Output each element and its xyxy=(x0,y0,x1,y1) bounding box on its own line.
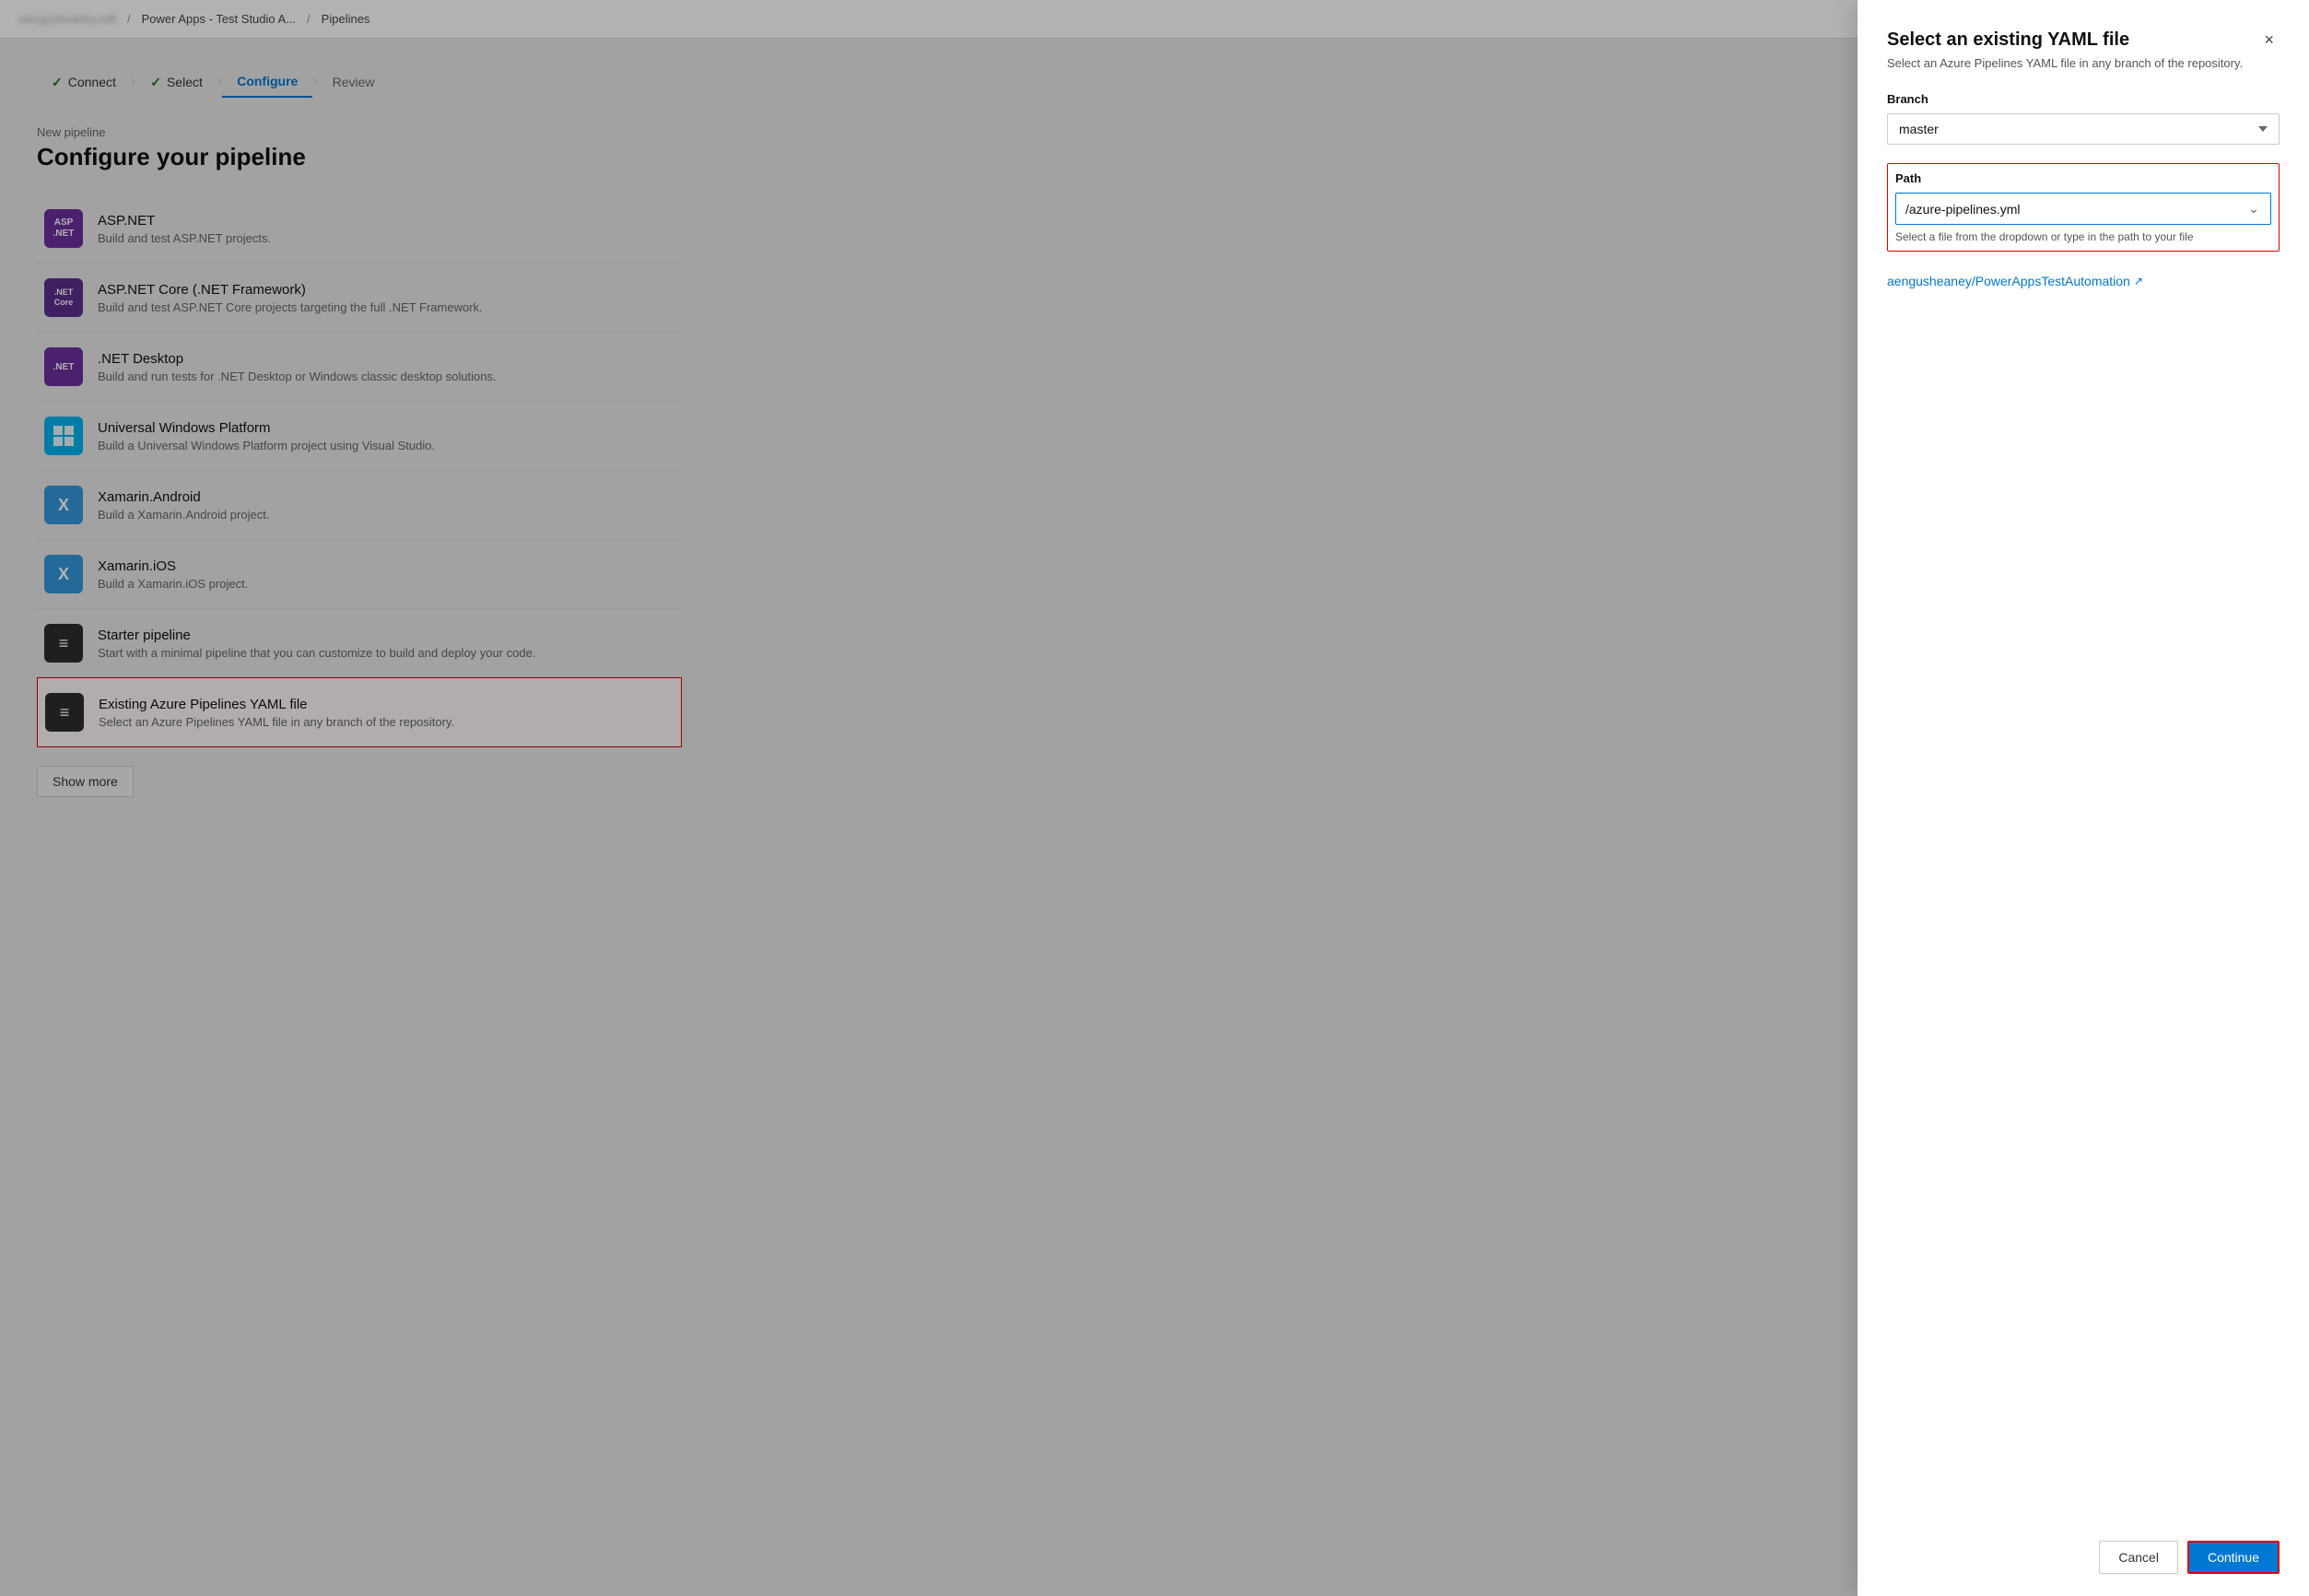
path-form-group: Path ⌄ Select a file from the dropdown o… xyxy=(1887,163,2280,252)
modal-title: Select an existing YAML file xyxy=(1887,29,2129,51)
path-input[interactable] xyxy=(1896,194,2237,224)
repo-link-text: aengusheaney/PowerAppsTestAutomation xyxy=(1887,274,2130,288)
modal-header: Select an existing YAML file × xyxy=(1887,29,2280,51)
branch-form-group: Branch master main develop xyxy=(1887,92,2280,145)
modal-overlay: Select an existing YAML file × Select an… xyxy=(0,0,2309,1596)
modal-footer: Cancel Continue xyxy=(1887,1522,2280,1574)
cancel-button[interactable]: Cancel xyxy=(2099,1541,2178,1574)
modal-close-button[interactable]: × xyxy=(2258,29,2280,50)
continue-button[interactable]: Continue xyxy=(2187,1541,2280,1574)
modal-subtitle: Select an Azure Pipelines YAML file in a… xyxy=(1887,56,2280,70)
branch-select[interactable]: master main develop xyxy=(1887,113,2280,145)
path-label: Path xyxy=(1895,171,2271,185)
external-link-icon: ↗ xyxy=(2134,275,2143,288)
modal-panel: Select an existing YAML file × Select an… xyxy=(1858,0,2309,1596)
path-hint: Select a file from the dropdown or type … xyxy=(1895,230,2271,243)
path-chevron-icon[interactable]: ⌄ xyxy=(2237,194,2270,224)
path-input-wrapper: ⌄ xyxy=(1895,193,2271,225)
branch-label: Branch xyxy=(1887,92,2280,106)
repo-link[interactable]: aengusheaney/PowerAppsTestAutomation ↗ xyxy=(1887,274,2280,288)
